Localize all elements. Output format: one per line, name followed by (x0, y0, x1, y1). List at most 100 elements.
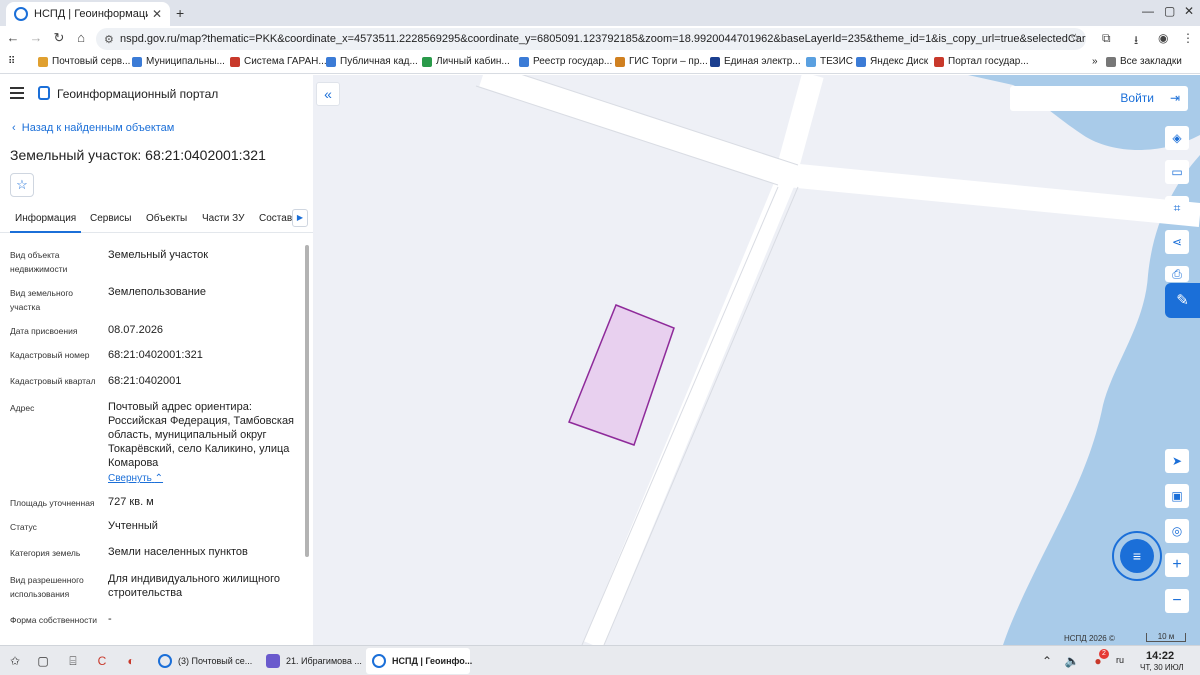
map-canvas[interactable] (313, 75, 1200, 645)
file-manager-icon[interactable]: ⌸ (63, 651, 83, 671)
taskbar-window-active[interactable]: НСПД | Геоинфо... (366, 648, 472, 674)
bookmarks-bar: ⠿ Почтовый серв... Муниципальны... Систе… (0, 52, 1200, 74)
prop-label: Форма собственности (10, 615, 97, 625)
close-window-icon[interactable]: ✕ (1184, 4, 1194, 18)
new-tab-button[interactable]: + (176, 5, 184, 21)
start-star-icon[interactable]: ✩ (5, 651, 25, 671)
minimize-icon[interactable]: — (1142, 4, 1154, 18)
prop-value: Для индивидуального жилищного строительс… (108, 573, 281, 599)
prop-label: Категория земель (10, 548, 81, 558)
keyboard-layout[interactable]: ru (1116, 655, 1124, 665)
tray-expand-icon[interactable]: ⌃ (1037, 651, 1057, 671)
desktop-icon[interactable]: ▢ (33, 651, 53, 671)
bookmark-item[interactable]: Яндекс Диск (856, 56, 928, 67)
menu-kebab-icon[interactable]: ⋮ (1182, 31, 1194, 45)
tab-composition[interactable]: Состав (259, 213, 292, 224)
bookmark-star-icon[interactable]: ☆ (1070, 31, 1081, 45)
portal-title: Геоинформационный портал (57, 87, 219, 101)
prop-value: Земельный участок (108, 249, 209, 261)
collapse-panel-button[interactable]: « (316, 82, 340, 106)
share-icon[interactable]: ⋖ (1165, 230, 1189, 254)
bookmark-item[interactable]: Почтовый серв... (38, 56, 130, 67)
tab-parts[interactable]: Части ЗУ (202, 213, 244, 224)
url-bar[interactable]: ⚙ nspd.gov.ru/map?thematic=PKK&coordinat… (96, 28, 1086, 50)
layers-icon[interactable]: ◈ (1165, 126, 1189, 150)
browser-tabbar: НСПД | Геоинформационный ✕ + — ▢ ✕ (0, 0, 1200, 26)
favorite-star-button[interactable]: ☆ (10, 173, 34, 197)
all-bookmarks-folder[interactable]: Все закладки (1106, 56, 1182, 67)
ruler-icon[interactable]: ▭ (1165, 160, 1189, 184)
map-layer (475, 75, 1200, 645)
home-icon[interactable]: ⌂ (72, 30, 90, 45)
volume-icon[interactable]: 🔈 (1062, 651, 1082, 671)
tab-title: НСПД | Геоинформационный (34, 8, 148, 20)
prop-value: Земли населенных пунктов (108, 546, 248, 558)
info-tabs: Информация Сервисы Объекты Части ЗУ Сост… (0, 207, 313, 233)
apps-grid-icon[interactable]: ⠿ (8, 56, 15, 67)
prop-label: Статус (10, 522, 37, 532)
bookmark-item[interactable]: Система ГАРАН... (230, 56, 327, 67)
road-segment (479, 75, 792, 187)
chevron-up-icon: ⌃ (154, 473, 164, 484)
taskbar-window[interactable]: (3) Почтовый се... (152, 648, 254, 674)
prop-value: 68:21:0402001 (108, 375, 182, 387)
back-to-results-link[interactable]: ‹ Назад к найденным объектам (12, 122, 174, 134)
bookmark-item[interactable]: Муниципальны... (132, 56, 225, 67)
chat-button[interactable]: ≡ (1112, 531, 1162, 581)
print-icon[interactable]: ⎙ (1165, 266, 1189, 282)
bookmark-item[interactable]: ГИС Торги – пр... (615, 56, 708, 67)
close-tab-icon[interactable]: ✕ (152, 7, 162, 21)
app-c-icon[interactable]: C (92, 651, 112, 671)
prop-value: Землепользование (108, 286, 207, 298)
os-taskbar: ✩ ▢ ⌸ C ◐ (3) Почтовый се... 21. Ибрагим… (0, 645, 1200, 675)
url-text: nspd.gov.ru/map?thematic=PKK&coordinate_… (120, 33, 1086, 45)
location-target-icon[interactable]: ◎ (1165, 519, 1189, 543)
bookmark-item[interactable]: ТЕЗИС (806, 56, 853, 67)
bookmark-item[interactable]: Публичная кад... (326, 56, 418, 67)
notification-badge: 2 (1099, 649, 1109, 659)
prop-value: 727 кв. м (108, 496, 154, 508)
area-select-icon[interactable]: ⌗ (1165, 196, 1189, 220)
zoom-out-button[interactable]: − (1165, 589, 1189, 613)
login-arrow-icon: ⇥ (1169, 91, 1180, 105)
site-settings-icon[interactable]: ⚙ (104, 33, 114, 46)
prop-value: 08.07.2026 (108, 324, 164, 336)
downloads-icon[interactable]: ⭳ (1134, 31, 1138, 52)
bookmark-item[interactable]: Единая электр... (710, 56, 801, 67)
hamburger-menu-icon[interactable] (10, 87, 24, 99)
geolocate-arrow-icon[interactable]: ➤ (1165, 449, 1189, 473)
more-bookmarks-icon[interactable]: » (1092, 56, 1098, 67)
bookmark-item[interactable]: Реестр государ... (519, 56, 612, 67)
road-segment (786, 163, 1200, 227)
land-parcel-polygon[interactable] (568, 304, 675, 446)
maximize-icon[interactable]: ▢ (1164, 4, 1175, 18)
bookmark-item[interactable]: Личный кабин... (422, 56, 510, 67)
login-label: Войти (1120, 91, 1154, 105)
forward-arrow-icon[interactable]: → (27, 30, 45, 45)
collapse-address-link[interactable]: Свернуть ⌃ (108, 473, 163, 484)
browser-toolbar: ← → ↻ ⌂ ⚙ nspd.gov.ru/map?thematic=PKK&c… (0, 26, 1200, 52)
bookmark-item[interactable]: Портал государ... (934, 56, 1029, 67)
clock-time[interactable]: 14:22 (1146, 650, 1174, 662)
browser-icon (158, 654, 172, 668)
tab-services[interactable]: Сервисы (90, 213, 131, 224)
login-button[interactable]: Войти ⇥ (1010, 86, 1188, 111)
tabs-next-chevron-icon[interactable]: ▶ (292, 209, 308, 227)
prop-value: 68:21:0402001:321 (108, 349, 203, 361)
scrollbar-thumb[interactable] (305, 245, 309, 557)
tab-objects[interactable]: Объекты (146, 213, 187, 224)
prop-label: Дата присвоения (10, 326, 78, 336)
minimap-icon[interactable]: ▣ (1165, 484, 1189, 508)
browser-tab-active[interactable]: НСПД | Геоинформационный ✕ (6, 2, 170, 26)
page-title: Земельный участок: 68:21:0402001:321 (10, 147, 266, 163)
reload-icon[interactable]: ↻ (50, 30, 68, 46)
back-arrow-icon[interactable]: ← (4, 30, 22, 45)
zoom-in-button[interactable]: + (1165, 553, 1189, 577)
prop-label: Площадь уточненная (10, 498, 95, 508)
assistant-chat-icon[interactable]: ✎ (1165, 283, 1200, 318)
taskbar-window[interactable]: 21. Ибрагимова ... (260, 648, 362, 674)
extensions-icon[interactable]: ⧉ (1102, 31, 1111, 46)
tab-information[interactable]: Информация (9, 213, 82, 233)
app-yandex-icon[interactable]: ◐ (121, 651, 141, 671)
profile-icon[interactable]: ◉ (1158, 31, 1168, 45)
